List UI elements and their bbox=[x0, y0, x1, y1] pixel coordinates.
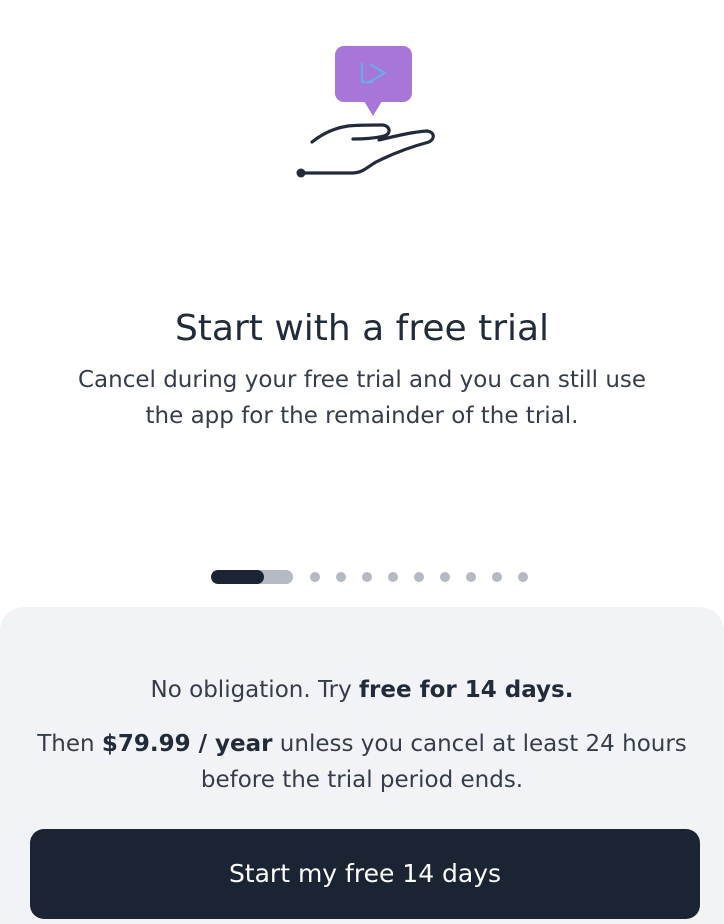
page-indicator-dot[interactable] bbox=[518, 572, 528, 582]
page-indicator-dot[interactable] bbox=[466, 572, 476, 582]
paywall-screen: Start with a free trial Cancel during yo… bbox=[0, 0, 724, 924]
speech-bubble bbox=[335, 46, 412, 102]
page-indicator-dot[interactable] bbox=[362, 572, 372, 582]
page-indicator-current bbox=[211, 570, 293, 584]
pricing-terms-text: Then $79.99 / year unless you cancel at … bbox=[32, 726, 692, 798]
page-indicator-dot[interactable] bbox=[388, 572, 398, 582]
pricing-suffix: unless you cancel at least 24 hours befo… bbox=[200, 731, 687, 793]
trial-offer-prefix: No obligation. Try bbox=[150, 677, 360, 703]
pricing-amount: $79.99 / year bbox=[101, 731, 273, 757]
pricing-prefix: Then bbox=[37, 731, 102, 757]
page-description: Cancel during your free trial and you ca… bbox=[77, 367, 647, 429]
page-indicator-dot[interactable] bbox=[336, 572, 346, 582]
page-indicator-dot[interactable] bbox=[310, 572, 320, 582]
page-indicator[interactable] bbox=[211, 570, 528, 584]
trial-offer-emphasis: free for 14 days. bbox=[359, 677, 574, 703]
start-free-trial-button[interactable]: Start my free 14 days bbox=[30, 829, 700, 919]
page-indicator-dot[interactable] bbox=[492, 572, 502, 582]
trial-offer-text: No obligation. Try free for 14 days. bbox=[0, 672, 724, 708]
page-indicator-dot[interactable] bbox=[414, 572, 424, 582]
page-indicator-dot[interactable] bbox=[440, 572, 450, 582]
hand-offering-play-bubble-icon bbox=[296, 46, 435, 178]
page-indicator-progress bbox=[211, 570, 265, 584]
page-title: Start with a free trial bbox=[174, 308, 550, 349]
